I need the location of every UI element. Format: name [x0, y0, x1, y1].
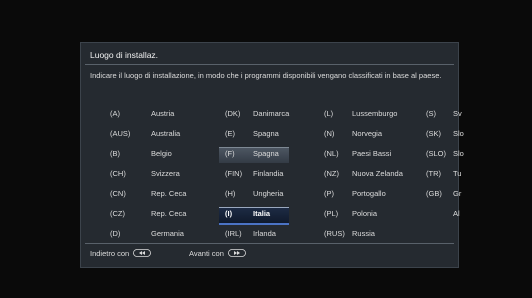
country-grid: (A) Austria (AUS) Australia (B) Belgio (CH) Svi…: [81, 104, 464, 244]
country-name: Sv: [453, 109, 462, 118]
country-option[interactable]: (TR) Tu: [81, 164, 462, 184]
back-label: Indietro con: [90, 249, 130, 258]
country-option[interactable]: Al: [81, 204, 460, 224]
country-name: Russia: [352, 229, 375, 238]
country-name: Tu: [453, 169, 462, 178]
title-divider: [85, 64, 454, 65]
country-option[interactable]: (SK) Slo: [81, 124, 464, 144]
country-code: (S): [426, 109, 436, 118]
installation-location-dialog: Luogo di installaz. Indicare il luogo di…: [80, 42, 464, 268]
back-hint[interactable]: Indietro con: [90, 249, 152, 259]
country-name: Slo: [453, 129, 464, 138]
country-option[interactable]: (GB) Gr: [81, 184, 462, 204]
footer-divider: [85, 243, 454, 244]
country-option[interactable]: (SLO) Slo: [81, 144, 464, 164]
country-name: Slo: [453, 149, 464, 158]
country-code: (SLO): [426, 149, 447, 158]
dialog-title: Luogo di installaz.: [90, 50, 159, 60]
country-code: (RUS): [324, 229, 345, 238]
rewind-button-icon: [133, 249, 152, 259]
fast-forward-button-icon: [228, 249, 246, 259]
country-option[interactable]: (S) Sv: [81, 104, 462, 124]
next-hint[interactable]: Avanti con: [189, 249, 246, 259]
next-label: Avanti con: [189, 249, 224, 258]
country-code: (TR): [426, 169, 441, 178]
country-code: (GB): [426, 189, 442, 198]
country-code: (SK): [426, 129, 441, 138]
country-name: Gr: [453, 189, 462, 198]
dialog-description: Indicare il luogo di installazione, in m…: [90, 71, 442, 80]
country-name: Al: [453, 209, 460, 218]
country-option[interactable]: (RUS) Russia: [81, 224, 458, 244]
